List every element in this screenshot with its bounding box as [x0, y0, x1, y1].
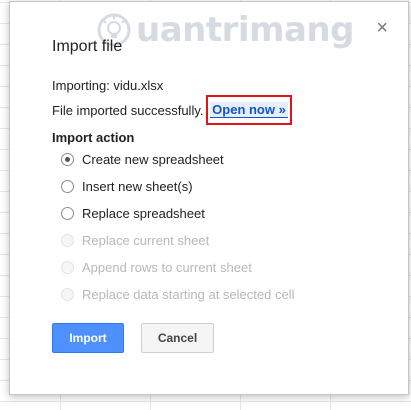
- option-replace-spreadsheet[interactable]: Replace spreadsheet: [61, 206, 205, 221]
- option-label: Replace current sheet: [82, 233, 210, 248]
- option-label: Insert new sheet(s): [82, 179, 193, 194]
- option-label: Create new spreadsheet: [82, 152, 224, 167]
- import-button[interactable]: Import: [52, 323, 124, 353]
- option-append-rows: Append rows to current sheet: [61, 260, 252, 275]
- close-icon[interactable]: ×: [376, 18, 388, 38]
- radio-button[interactable]: [61, 180, 74, 193]
- radio-button[interactable]: [61, 207, 74, 220]
- radio-button-selected[interactable]: [61, 153, 74, 166]
- success-message: File imported successfully.: [52, 103, 204, 118]
- import-action-heading: Import action: [52, 130, 135, 145]
- import-file-dialog: uantrimang × Import file Importing: vidu…: [9, 1, 409, 395]
- option-replace-current-sheet: Replace current sheet: [61, 233, 209, 248]
- radio-button-disabled: [61, 288, 74, 301]
- option-replace-data-at-selected-cell: Replace data starting at selected cell: [61, 287, 294, 302]
- dialog-title: Import file: [52, 38, 123, 55]
- option-label: Replace data starting at selected cell: [82, 287, 295, 302]
- watermark-text: uantrimang: [136, 10, 354, 50]
- option-create-new-spreadsheet[interactable]: Create new spreadsheet: [61, 152, 224, 167]
- option-label: Replace spreadsheet: [82, 206, 205, 221]
- cancel-button[interactable]: Cancel: [141, 323, 214, 353]
- open-now-highlight-box: Open now »: [206, 95, 292, 125]
- watermark-logo: uantrimang: [96, 10, 354, 50]
- open-now-link[interactable]: Open now »: [210, 102, 288, 118]
- radio-button-disabled: [61, 261, 74, 274]
- option-insert-new-sheets[interactable]: Insert new sheet(s): [61, 179, 193, 194]
- radio-button-disabled: [61, 234, 74, 247]
- option-label: Append rows to current sheet: [82, 260, 252, 275]
- importing-status: Importing: vidu.xlsx: [52, 78, 164, 93]
